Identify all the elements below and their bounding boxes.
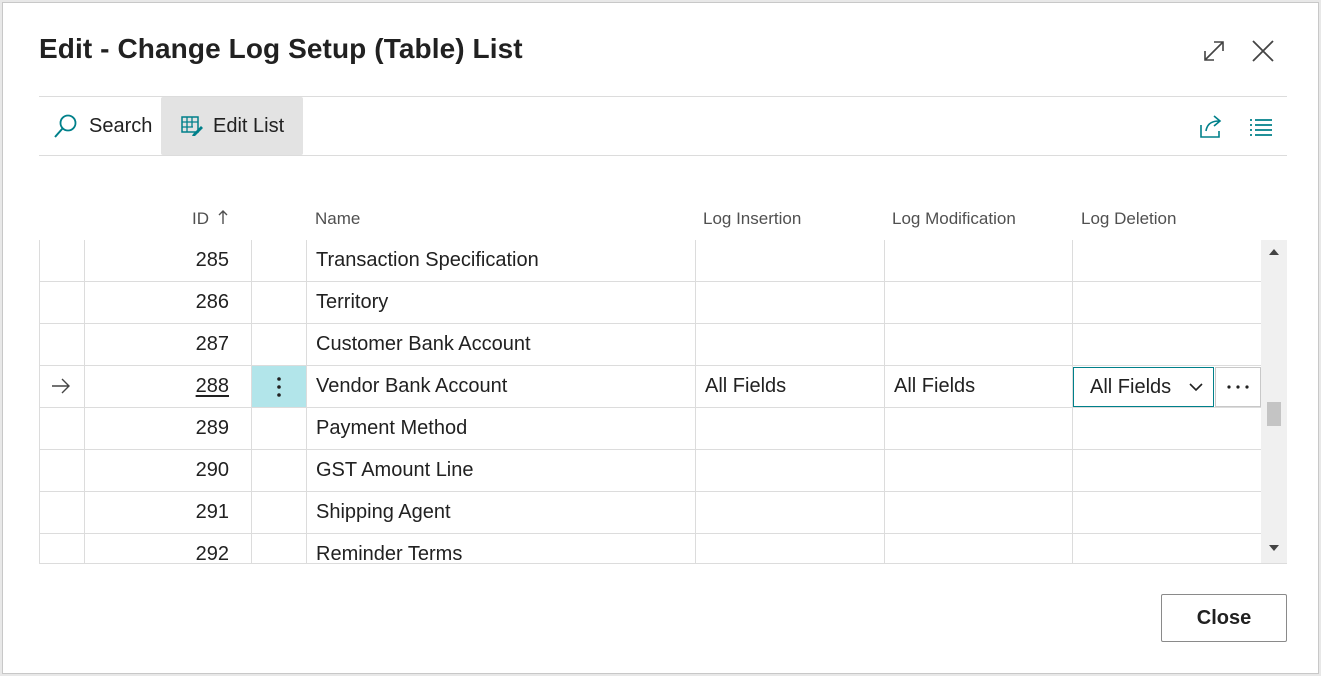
- vertical-ellipsis-icon[interactable]: [252, 366, 306, 407]
- row-name[interactable]: Reminder Terms: [316, 534, 696, 563]
- horizontal-ellipsis-icon[interactable]: [1215, 367, 1261, 407]
- column-header-log-modification[interactable]: Log Modification: [892, 209, 1016, 229]
- edit-dialog: Edit - Change Log Setup (Table) List Sea…: [2, 2, 1319, 674]
- share-icon[interactable]: [1197, 113, 1225, 141]
- row-id[interactable]: 285: [85, 240, 229, 281]
- row-name[interactable]: GST Amount Line: [316, 450, 696, 491]
- table-row[interactable]: 287 Customer Bank Account: [39, 324, 1261, 366]
- column-header-log-deletion[interactable]: Log Deletion: [1081, 209, 1176, 229]
- row-id-text[interactable]: 288: [196, 375, 229, 398]
- table-row[interactable]: 291 Shipping Agent: [39, 492, 1261, 534]
- table-row[interactable]: 292 Reminder Terms: [39, 534, 1261, 563]
- row-id[interactable]: 286: [85, 282, 229, 323]
- row-id-link[interactable]: 288: [85, 366, 229, 407]
- row-name[interactable]: Customer Bank Account: [316, 324, 696, 365]
- row-name[interactable]: Vendor Bank Account: [316, 366, 696, 407]
- row-id[interactable]: 289: [85, 408, 229, 449]
- row-name[interactable]: Shipping Agent: [316, 492, 696, 533]
- table-row-selected[interactable]: 288 Vendor Bank Account All Fields All F…: [39, 366, 1261, 408]
- row-log-insertion[interactable]: All Fields: [705, 366, 786, 407]
- row-name[interactable]: Payment Method: [316, 408, 696, 449]
- chevron-down-icon: [1189, 383, 1203, 392]
- edit-list-button[interactable]: Edit List: [161, 97, 303, 155]
- table-row[interactable]: 290 GST Amount Line: [39, 450, 1261, 492]
- sort-ascending-icon: [218, 210, 228, 224]
- column-header-name[interactable]: Name: [315, 209, 360, 229]
- table-row[interactable]: 289 Payment Method: [39, 408, 1261, 450]
- edit-list-label: Edit List: [213, 114, 285, 137]
- scrollbar-thumb[interactable]: [1267, 402, 1281, 426]
- list-view-icon[interactable]: [1247, 113, 1275, 141]
- vertical-scrollbar[interactable]: [1261, 240, 1287, 563]
- scroll-up-icon[interactable]: [1269, 248, 1279, 256]
- row-name[interactable]: Transaction Specification: [316, 240, 696, 281]
- search-label: Search: [89, 114, 153, 137]
- action-bar: Search Edit List: [39, 96, 1287, 156]
- expand-icon[interactable]: [1200, 37, 1228, 65]
- scroll-down-icon[interactable]: [1269, 544, 1279, 552]
- row-id[interactable]: 292: [85, 534, 229, 563]
- current-row-arrow-icon: [52, 378, 70, 394]
- column-header-log-insertion[interactable]: Log Insertion: [703, 209, 801, 229]
- row-id[interactable]: 290: [85, 450, 229, 491]
- column-header-id[interactable]: ID: [192, 209, 228, 229]
- close-button[interactable]: Close: [1161, 594, 1287, 642]
- log-deletion-select[interactable]: All Fields: [1073, 367, 1214, 407]
- edit-list-icon: [181, 116, 203, 136]
- row-id[interactable]: 287: [85, 324, 229, 365]
- row-log-modification[interactable]: All Fields: [894, 366, 975, 407]
- dialog-title: Edit - Change Log Setup (Table) List: [39, 33, 523, 64]
- records-grid: 285 Transaction Specification 286 Territ…: [39, 240, 1287, 564]
- search-icon: [54, 114, 77, 138]
- row-id[interactable]: 291: [85, 492, 229, 533]
- table-row[interactable]: 286 Territory: [39, 282, 1261, 324]
- close-icon[interactable]: [1249, 37, 1277, 65]
- table-row[interactable]: 285 Transaction Specification: [39, 240, 1261, 282]
- search-button[interactable]: Search: [53, 97, 152, 155]
- log-deletion-value: All Fields: [1090, 375, 1172, 398]
- row-name[interactable]: Territory: [316, 282, 696, 323]
- column-id-label: ID: [192, 209, 209, 228]
